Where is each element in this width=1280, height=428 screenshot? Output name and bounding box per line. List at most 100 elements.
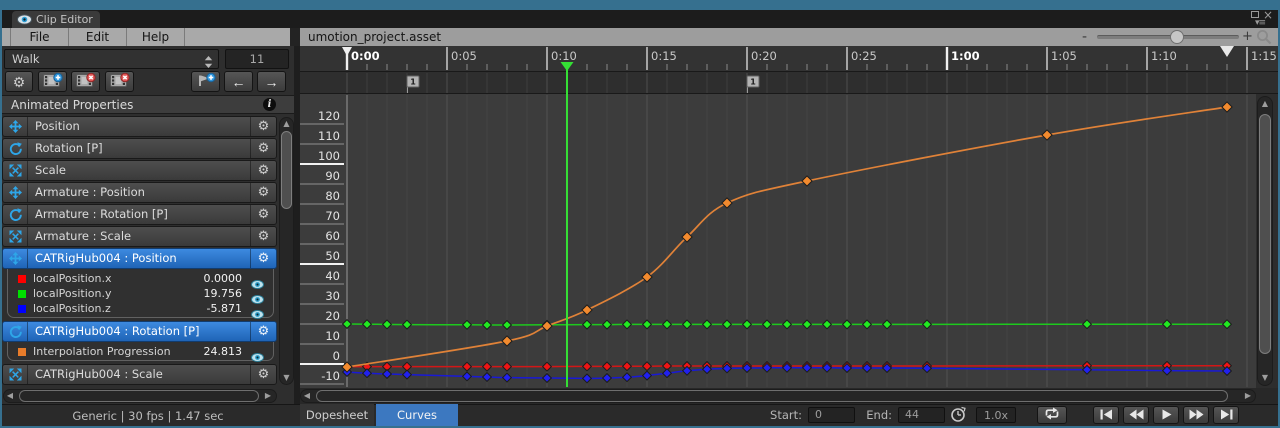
arrow-right-icon: → xyxy=(265,75,279,89)
event-marker-strip[interactable] xyxy=(300,72,1278,94)
property-row[interactable]: Armature : Rotation [P]⚙ xyxy=(2,204,277,225)
clear-clip-button[interactable] xyxy=(105,71,134,92)
curve-scroll-left-icon[interactable]: ◀ xyxy=(302,392,312,400)
menu-item-edit[interactable]: Edit xyxy=(69,28,127,46)
window-tab[interactable]: Clip Editor xyxy=(12,11,100,28)
curve-scroll-right-icon[interactable]: ▶ xyxy=(1243,392,1253,400)
end-frame-field[interactable]: 44 xyxy=(898,407,945,423)
window-menu-icon[interactable]: ▾≡ xyxy=(1255,19,1265,28)
property-row[interactable]: Scale⚙ xyxy=(2,160,277,181)
start-frame-field[interactable]: 0 xyxy=(808,407,855,423)
property-row[interactable]: CATRigHub004 : Scale ⚙ xyxy=(2,364,277,385)
clip-editor-window: Clip Editor × ▾≡ FileEditHelp umotion_pr… xyxy=(0,0,1280,428)
properties-header-label: Animated Properties xyxy=(11,96,133,114)
property-row[interactable]: Armature : Position⚙ xyxy=(2,182,277,203)
maximize-icon[interactable] xyxy=(1251,11,1259,18)
move-icon xyxy=(3,249,28,268)
clip-name: Walk xyxy=(12,50,40,68)
property-settings-gear-icon[interactable]: ⚙ xyxy=(250,183,276,202)
properties-scrollbar-thumb[interactable] xyxy=(281,131,292,209)
add-clip-button[interactable] xyxy=(38,71,67,92)
property-label: Armature : Scale xyxy=(35,227,131,246)
curve-color-swatch xyxy=(18,348,26,356)
scroll-up-icon[interactable]: ▲ xyxy=(279,120,294,128)
property-settings-gear-icon[interactable]: ⚙ xyxy=(250,139,276,158)
skip-to-start-button[interactable] xyxy=(1093,406,1119,424)
property-row[interactable]: CATRigHub004 : Rotation [P]⚙ xyxy=(2,321,277,342)
rewind-button[interactable] xyxy=(1123,406,1149,424)
clip-select-dropdown[interactable]: Walk xyxy=(4,49,219,69)
properties-header: Animated Properties i xyxy=(2,95,294,114)
tab-dopesheet[interactable]: Dopesheet xyxy=(300,404,374,426)
channel-value: 24.813 xyxy=(204,344,243,359)
scale-icon xyxy=(3,365,28,384)
curve-channel-row[interactable]: localPosition.z-5.871 xyxy=(10,301,271,316)
skip-to-end-button[interactable] xyxy=(1213,406,1239,424)
film-add-icon xyxy=(43,73,63,91)
zoom-in-label[interactable]: + xyxy=(1242,28,1253,46)
property-settings-gear-icon[interactable]: ⚙ xyxy=(250,322,276,341)
curve-h-scrollbar-thumb[interactable] xyxy=(316,390,1228,402)
menu-item-file[interactable]: File xyxy=(10,28,69,46)
scroll-down-icon[interactable]: ▼ xyxy=(279,374,294,382)
scroll-right-icon[interactable]: ▶ xyxy=(263,392,273,400)
channel-label: localPosition.z xyxy=(33,301,111,316)
rotate-icon xyxy=(3,139,28,158)
window-title: Clip Editor xyxy=(36,13,93,26)
scale-icon xyxy=(3,161,28,180)
property-settings-gear-icon[interactable]: ⚙ xyxy=(250,365,276,384)
property-row[interactable]: Rotation [P]⚙ xyxy=(2,138,277,159)
asset-tab-label[interactable]: umotion_project.asset xyxy=(308,28,441,46)
scroll-left-icon[interactable]: ◀ xyxy=(5,392,15,400)
add-keyframe-button[interactable] xyxy=(191,71,220,92)
property-settings-gear-icon[interactable]: ⚙ xyxy=(250,249,276,268)
curve-channel-row[interactable]: Interpolation Progression24.813 xyxy=(10,344,271,359)
next-keyframe-button[interactable]: → xyxy=(257,71,286,92)
channel-label: localPosition.x xyxy=(33,271,111,286)
property-settings-gear-icon[interactable]: ⚙ xyxy=(250,117,276,136)
status-bar: Generic | 30 fps | 1.47 sec xyxy=(2,404,294,426)
scale-icon xyxy=(3,227,28,246)
info-icon[interactable]: i xyxy=(263,98,276,111)
curve-editor-area[interactable] xyxy=(300,94,1256,388)
delete-clip-button[interactable] xyxy=(71,71,100,92)
curve-scroll-down-icon[interactable]: ▼ xyxy=(1257,374,1273,382)
property-row[interactable]: Position⚙ xyxy=(2,116,277,137)
fast-forward-button[interactable] xyxy=(1183,406,1209,424)
menu-item-help[interactable]: Help xyxy=(127,28,185,46)
speed-field[interactable]: 1.0x xyxy=(976,407,1016,423)
menu-bar: FileEditHelp xyxy=(2,28,290,46)
timeline-zoom-slider[interactable] xyxy=(1097,35,1239,39)
rewind-icon xyxy=(1129,408,1144,423)
gear-icon: ⚙ xyxy=(13,75,26,89)
tab-curves[interactable]: Curves xyxy=(376,404,458,426)
arrow-left-icon: ← xyxy=(232,75,246,89)
curve-channel-row[interactable]: localPosition.x0.0000 xyxy=(10,271,271,286)
channel-label: localPosition.y xyxy=(33,286,111,301)
move-icon xyxy=(3,117,28,136)
start-label: Start: xyxy=(758,404,802,426)
timeline-ruler[interactable] xyxy=(300,46,1278,72)
property-settings-gear-icon[interactable]: ⚙ xyxy=(250,227,276,246)
curve-channel-list: localPosition.x0.0000localPosition.y19.7… xyxy=(7,269,274,318)
curve-color-swatch xyxy=(18,290,26,298)
property-label: CATRigHub004 : Scale xyxy=(35,365,163,384)
left-h-scrollbar-thumb[interactable] xyxy=(19,390,259,402)
timeline-zoom-handle[interactable] xyxy=(1170,30,1184,44)
property-row[interactable]: CATRigHub004 : Position⚙ xyxy=(2,248,277,269)
curve-scroll-up-icon[interactable]: ▲ xyxy=(1257,100,1273,108)
property-settings-gear-icon[interactable]: ⚙ xyxy=(250,161,276,180)
curve-v-scrollbar-thumb[interactable] xyxy=(1259,114,1271,354)
titlebar xyxy=(2,10,1278,28)
prev-keyframe-button[interactable]: ← xyxy=(224,71,253,92)
current-frame-field[interactable]: 11 xyxy=(225,49,289,69)
property-settings-gear-icon[interactable]: ⚙ xyxy=(250,205,276,224)
settings-button[interactable]: ⚙ xyxy=(5,71,33,92)
zoom-out-label[interactable]: - xyxy=(1082,28,1087,46)
curve-channel-row[interactable]: localPosition.y19.756 xyxy=(10,286,271,301)
loop-button[interactable] xyxy=(1037,406,1067,424)
window-top-border xyxy=(0,0,1280,10)
play-button[interactable] xyxy=(1153,406,1179,424)
film-delete-icon xyxy=(76,73,96,91)
property-row[interactable]: Armature : Scale ⚙ xyxy=(2,226,277,247)
